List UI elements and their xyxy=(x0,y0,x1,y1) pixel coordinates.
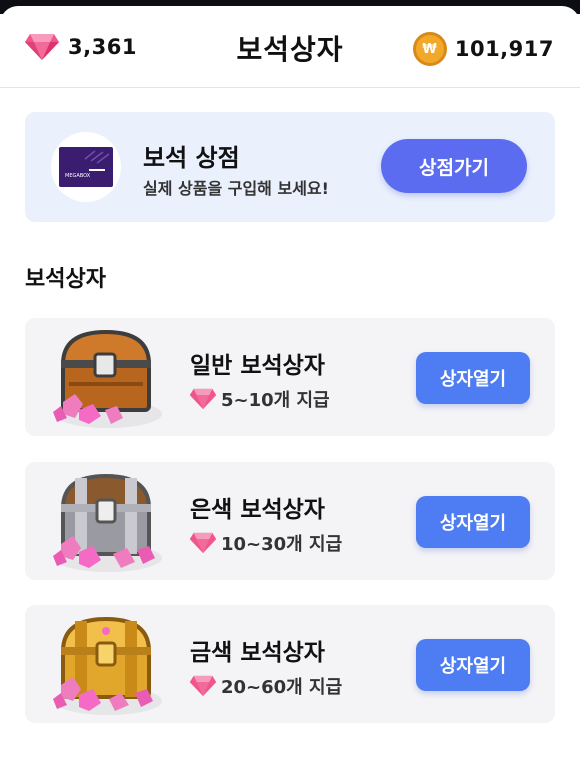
gem-store-banner[interactable]: MEGABOX 보석 상점 실제 상품을 구입해 보세요! 상점가기 xyxy=(25,112,555,222)
box-card-gold: 금색 보석상자 20~60개 지급 상자열기 xyxy=(25,605,555,723)
box-name: 일반 보석상자 xyxy=(190,353,325,379)
won-coin-icon: ₩ xyxy=(412,32,447,66)
box-card-normal: 일반 보석상자 5~10개 지급 상자열기 xyxy=(25,318,555,436)
coin-symbol: ₩ xyxy=(422,41,438,57)
box-name: 금색 보석상자 xyxy=(190,640,325,666)
gem-icon xyxy=(189,675,217,697)
coin-balance-value: 101,917 xyxy=(454,37,554,61)
box-card-silver: 은색 보석상자 10~30개 지급 상자열기 xyxy=(25,462,555,580)
store-subtitle: 실제 상품을 구입해 보세요! xyxy=(143,179,329,198)
open-box-button-silver[interactable]: 상자열기 xyxy=(416,496,530,548)
open-box-button-normal[interactable]: 상자열기 xyxy=(416,352,530,404)
coin-balance: ₩ 101,917 xyxy=(412,32,554,66)
box-reward-text: 20~60개 지급 xyxy=(221,677,343,698)
header-bar: 3,361 보석상자 ₩ 101,917 xyxy=(0,6,580,88)
silver-treasure-chest-icon xyxy=(53,473,162,572)
store-thumbnail: MEGABOX xyxy=(51,132,121,202)
box-reward-text: 5~10개 지급 xyxy=(221,390,330,411)
box-reward: 5~10개 지급 xyxy=(189,386,330,412)
box-reward: 10~30개 지급 xyxy=(189,530,342,556)
box-reward-text: 10~30개 지급 xyxy=(221,534,343,555)
box-reward: 20~60개 지급 xyxy=(189,673,342,699)
gem-icon xyxy=(189,532,217,554)
megabox-logo-text: MEGABOX xyxy=(65,173,91,179)
section-title: 보석상자 xyxy=(25,267,106,292)
megabox-voucher-icon: MEGABOX xyxy=(59,147,113,187)
go-to-store-button[interactable]: 상점가기 xyxy=(381,139,527,193)
store-title: 보석 상점 xyxy=(143,144,240,172)
box-name: 은색 보석상자 xyxy=(190,497,325,523)
gem-icon xyxy=(189,388,217,410)
gold-treasure-chest-icon xyxy=(53,616,162,715)
normal-treasure-chest-icon xyxy=(53,329,162,428)
open-box-button-gold[interactable]: 상자열기 xyxy=(416,639,530,691)
